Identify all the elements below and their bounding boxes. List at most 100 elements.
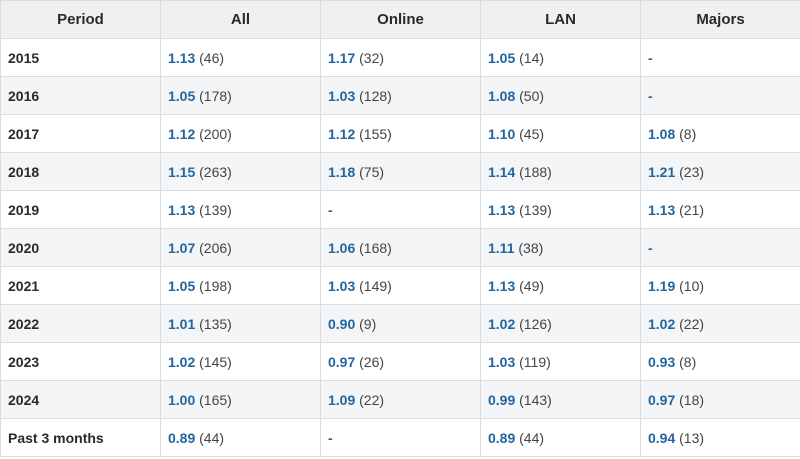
- empty-value: -: [648, 49, 653, 66]
- rating-value[interactable]: 1.10: [488, 126, 515, 142]
- empty-value: -: [328, 201, 333, 218]
- rating-value[interactable]: 0.89: [168, 430, 195, 446]
- period-cell: 2017: [0, 114, 161, 153]
- cell-online: 1.03 (149): [320, 266, 481, 305]
- rating-value[interactable]: 1.09: [328, 392, 355, 408]
- cell-majors: 1.19 (10): [640, 266, 800, 305]
- rating-value[interactable]: 1.08: [488, 88, 515, 104]
- cell-all: 1.12 (200): [160, 114, 321, 153]
- rating-value[interactable]: 1.02: [488, 316, 515, 332]
- table-row: 2016 1.05 (178) 1.03 (128) 1.08 (50) -: [0, 76, 800, 115]
- rating-value[interactable]: 1.06: [328, 240, 355, 256]
- rating-value[interactable]: 1.02: [168, 354, 195, 370]
- rating-value[interactable]: 0.97: [648, 392, 675, 408]
- table-row: 2020 1.07 (206) 1.06 (168) 1.11 (38) -: [0, 228, 800, 267]
- column-header-lan[interactable]: LAN: [480, 0, 641, 39]
- match-count: (18): [679, 391, 705, 408]
- match-count: (9): [359, 315, 377, 332]
- rating-value[interactable]: 1.12: [328, 126, 355, 142]
- match-count: (8): [679, 353, 697, 370]
- period-cell: 2020: [0, 228, 161, 267]
- cell-majors: -: [640, 76, 800, 115]
- period-cell: 2019: [0, 190, 161, 229]
- rating-value[interactable]: 1.05: [168, 278, 195, 294]
- table-header: Period All Online LAN Majors: [0, 0, 800, 39]
- cell-lan: 1.08 (50): [480, 76, 641, 115]
- match-count: (128): [359, 87, 392, 104]
- rating-value[interactable]: 0.90: [328, 316, 355, 332]
- rating-value[interactable]: 0.97: [328, 354, 355, 370]
- match-count: (45): [519, 125, 545, 142]
- empty-value: -: [648, 87, 653, 104]
- match-count: (178): [199, 87, 232, 104]
- match-count: (10): [679, 277, 705, 294]
- match-count: (149): [359, 277, 392, 294]
- table-row: 2017 1.12 (200) 1.12 (155) 1.10 (45) 1.08 (8…: [0, 114, 800, 153]
- cell-online: 1.03 (128): [320, 76, 481, 115]
- rating-value[interactable]: 1.15: [168, 164, 195, 180]
- rating-value[interactable]: 1.13: [168, 202, 195, 218]
- match-count: (143): [519, 391, 552, 408]
- rating-value[interactable]: 1.03: [488, 354, 515, 370]
- rating-value[interactable]: 1.07: [168, 240, 195, 256]
- rating-value[interactable]: 1.21: [648, 164, 675, 180]
- match-count: (206): [199, 239, 232, 256]
- rating-value[interactable]: 1.18: [328, 164, 355, 180]
- cell-online: 1.12 (155): [320, 114, 481, 153]
- match-count: (22): [359, 391, 385, 408]
- match-count: (8): [679, 125, 697, 142]
- cell-all: 1.05 (198): [160, 266, 321, 305]
- period-cell: 2018: [0, 152, 161, 191]
- column-header-majors[interactable]: Majors: [640, 0, 800, 39]
- cell-online: -: [320, 190, 481, 229]
- match-count: (145): [199, 353, 232, 370]
- cell-all: 1.05 (178): [160, 76, 321, 115]
- rating-value[interactable]: 1.03: [328, 88, 355, 104]
- column-header-online[interactable]: Online: [320, 0, 481, 39]
- rating-value[interactable]: 0.94: [648, 430, 675, 446]
- rating-value[interactable]: 1.13: [488, 202, 515, 218]
- rating-value[interactable]: 1.19: [648, 278, 675, 294]
- match-count: (126): [519, 315, 552, 332]
- empty-value: -: [648, 239, 653, 256]
- rating-value[interactable]: 1.08: [648, 126, 675, 142]
- match-count: (38): [518, 239, 544, 256]
- cell-lan: 1.14 (188): [480, 152, 641, 191]
- rating-value[interactable]: 1.00: [168, 392, 195, 408]
- rating-value[interactable]: 1.05: [488, 50, 515, 66]
- match-count: (44): [519, 429, 545, 446]
- rating-value[interactable]: 0.93: [648, 354, 675, 370]
- rating-value[interactable]: 1.13: [168, 50, 195, 66]
- match-count: (200): [199, 125, 232, 142]
- rating-value[interactable]: 1.13: [488, 278, 515, 294]
- match-count: (168): [359, 239, 392, 256]
- cell-all: 1.13 (46): [160, 38, 321, 77]
- rating-value[interactable]: 0.89: [488, 430, 515, 446]
- rating-value[interactable]: 1.05: [168, 88, 195, 104]
- column-header-period[interactable]: Period: [0, 0, 161, 39]
- rating-value[interactable]: 1.14: [488, 164, 515, 180]
- period-cell: 2015: [0, 38, 161, 77]
- table-row: 2021 1.05 (198) 1.03 (149) 1.13 (49) 1.19 (1…: [0, 266, 800, 305]
- match-count: (32): [359, 49, 385, 66]
- match-count: (263): [199, 163, 232, 180]
- match-count: (50): [519, 87, 545, 104]
- cell-majors: 0.97 (18): [640, 380, 800, 419]
- rating-value[interactable]: 1.03: [328, 278, 355, 294]
- column-header-all[interactable]: All: [160, 0, 321, 39]
- cell-all: 1.15 (263): [160, 152, 321, 191]
- rating-value[interactable]: 1.02: [648, 316, 675, 332]
- cell-lan: 0.89 (44): [480, 418, 641, 457]
- rating-value[interactable]: 0.99: [488, 392, 515, 408]
- rating-value[interactable]: 1.17: [328, 50, 355, 66]
- header-row: Period All Online LAN Majors: [0, 0, 800, 39]
- rating-value[interactable]: 1.11: [488, 240, 514, 256]
- rating-value[interactable]: 1.12: [168, 126, 195, 142]
- cell-lan: 1.13 (49): [480, 266, 641, 305]
- cell-majors: 1.08 (8): [640, 114, 800, 153]
- rating-value[interactable]: 1.01: [168, 316, 195, 332]
- rating-value[interactable]: 1.13: [648, 202, 675, 218]
- match-count: (139): [199, 201, 232, 218]
- period-cell: 2023: [0, 342, 161, 381]
- cell-online: -: [320, 418, 481, 457]
